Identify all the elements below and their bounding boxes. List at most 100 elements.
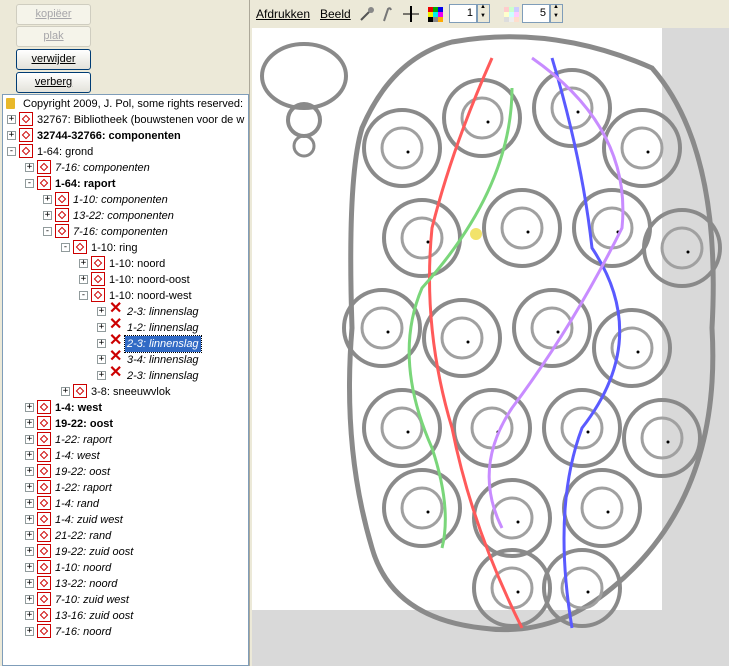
expand-icon[interactable]: +	[25, 467, 34, 476]
expand-icon[interactable]: +	[43, 211, 52, 220]
tree-node[interactable]: +32767: Bibliotheek (bouwstenen voor de …	[3, 112, 248, 128]
tree-node[interactable]: Copyright 2009, J. Pol, some rights rese…	[3, 96, 248, 112]
tree-node-label: 1-4: west	[55, 402, 103, 414]
tree-node[interactable]: +7-16: componenten	[3, 160, 248, 176]
tree-node[interactable]: +19-22: oost	[3, 464, 248, 480]
expand-icon[interactable]: +	[79, 259, 88, 268]
expand-icon[interactable]: +	[25, 579, 34, 588]
expand-icon[interactable]: +	[25, 499, 34, 508]
expand-icon[interactable]: +	[25, 483, 34, 492]
expand-icon[interactable]: +	[25, 563, 34, 572]
hide-button[interactable]: verberg	[16, 72, 91, 93]
tree-node[interactable]: +3-4: linnenslag	[3, 349, 248, 368]
tree-node[interactable]: +1-4: zuid west	[3, 512, 248, 528]
pin-icon[interactable]	[358, 5, 376, 23]
thread-count-stepper[interactable]	[550, 4, 563, 23]
split-icon[interactable]	[402, 5, 420, 23]
tree-node[interactable]: +1-22: raport	[3, 480, 248, 496]
tree-node[interactable]: +3-8: sneeuwvlok	[3, 384, 248, 400]
tree-node[interactable]: +19-22: zuid oost	[3, 544, 248, 560]
hook-icon[interactable]	[378, 5, 396, 23]
diagram-canvas[interactable]	[252, 28, 729, 666]
tree-node[interactable]: +2-3: linnenslag	[3, 365, 248, 384]
expand-icon[interactable]: +	[25, 547, 34, 556]
expand-icon[interactable]: +	[79, 275, 88, 284]
copy-button[interactable]: kopiëer	[16, 4, 91, 25]
tree-node[interactable]: +13-22: noord	[3, 576, 248, 592]
expand-icon[interactable]: +	[25, 611, 34, 620]
expand-icon[interactable]: +	[7, 131, 16, 140]
light-palette-icon[interactable]	[502, 5, 520, 23]
expand-icon[interactable]: +	[97, 339, 106, 348]
pattern-icon	[55, 208, 69, 222]
tree-node[interactable]: - 1-10: ring	[3, 240, 248, 256]
view-menu[interactable]: Beeld	[320, 7, 351, 21]
expand-icon[interactable]: +	[61, 387, 70, 396]
tree-node[interactable]: - 1-64: grond	[3, 144, 248, 160]
print-menu[interactable]: Afdrukken	[256, 7, 310, 21]
expand-icon[interactable]: +	[25, 531, 34, 540]
tree-node[interactable]: +13-16: zuid oost	[3, 608, 248, 624]
tree-node[interactable]: -1-10: noord-west	[3, 288, 248, 304]
tree-node[interactable]: +1-10: noord	[3, 560, 248, 576]
collapse-icon[interactable]: -	[43, 227, 52, 236]
color-palette-icon[interactable]	[426, 5, 444, 23]
lace-pattern-drawing[interactable]	[252, 28, 729, 666]
tree-node[interactable]: +2-3: linnenslag	[3, 301, 248, 320]
lace-inner-ring	[470, 406, 514, 450]
tree-node[interactable]: +1-22: raport	[3, 432, 248, 448]
tree-node[interactable]: +7-16: noord	[3, 624, 248, 640]
tree-node[interactable]: +7-10: zuid west	[3, 592, 248, 608]
tree-node-label: 1-4: zuid west	[55, 514, 123, 526]
thread-width-stepper[interactable]	[477, 4, 490, 23]
expand-icon[interactable]: +	[97, 323, 106, 332]
thread-count-input[interactable]: 5	[522, 4, 550, 23]
tree-node-label: 1-4: rand	[55, 498, 100, 510]
tree-node[interactable]: +2-3: linnenslag	[3, 333, 248, 353]
lace-inner-ring	[580, 486, 624, 530]
expand-icon[interactable]: +	[25, 403, 34, 412]
expand-icon[interactable]: +	[25, 627, 34, 636]
lace-pin-dot	[406, 430, 410, 434]
tree-node[interactable]: +1-4: rand	[3, 496, 248, 512]
expand-icon[interactable]: +	[43, 195, 52, 204]
collapse-icon[interactable]: -	[7, 147, 16, 156]
expand-icon[interactable]: +	[25, 435, 34, 444]
expand-icon[interactable]: +	[25, 419, 34, 428]
tree-node-label: 1-4: west	[55, 450, 100, 462]
tree-node[interactable]: - 7-16: componenten	[3, 224, 248, 240]
thread-width-input[interactable]: 1	[449, 4, 477, 23]
expand-icon[interactable]: +	[97, 355, 106, 364]
tree-node[interactable]: +21-22: rand	[3, 528, 248, 544]
tree-node-label: 7-16: componenten	[73, 226, 168, 238]
tree-node[interactable]: +13-22: componenten	[3, 208, 248, 224]
tree-node[interactable]: - 1-64: raport	[3, 176, 248, 192]
expand-icon[interactable]: +	[25, 595, 34, 604]
collapse-icon[interactable]: -	[79, 291, 88, 300]
expand-icon[interactable]: +	[25, 451, 34, 460]
tree-node[interactable]: +19-22: oost	[3, 416, 248, 432]
tree-node[interactable]: +1-4: west	[3, 400, 248, 416]
tree-node[interactable]: +1-10: componenten	[3, 192, 248, 208]
lace-inner-ring	[500, 206, 544, 250]
tree-node[interactable]: +32744-32766: componenten	[3, 128, 248, 144]
expand-icon[interactable]: +	[25, 515, 34, 524]
tree-node[interactable]: +1-10: noord	[3, 256, 248, 272]
tree-node[interactable]: +1-10: noord-oost	[3, 272, 248, 288]
expand-icon[interactable]: +	[25, 163, 34, 172]
expand-icon[interactable]: +	[7, 115, 16, 124]
lace-inner-ring	[660, 226, 704, 270]
collapse-icon[interactable]: -	[61, 243, 70, 252]
expand-icon[interactable]: +	[97, 371, 106, 380]
delete-button[interactable]: verwijder	[16, 49, 91, 70]
lace-ring	[562, 468, 642, 548]
paste-button[interactable]: plak	[16, 26, 91, 47]
tree-node[interactable]: +1-2: linnenslag	[3, 317, 248, 336]
lace-inner-ring	[380, 406, 424, 450]
expand-icon[interactable]: +	[97, 307, 106, 316]
collapse-icon[interactable]: -	[25, 179, 34, 188]
tree-node[interactable]: +1-4: west	[3, 448, 248, 464]
lace-pin-dot	[516, 590, 520, 594]
component-tree[interactable]: Copyright 2009, J. Pol, some rights rese…	[2, 94, 249, 666]
tree-node-label: 1-10: componenten	[73, 194, 168, 206]
